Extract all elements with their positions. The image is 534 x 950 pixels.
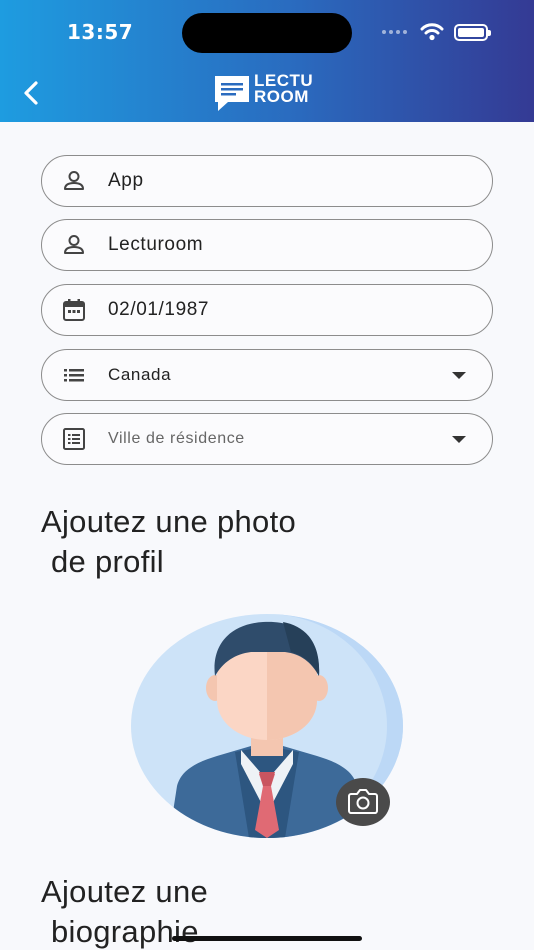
chat-bubble-icon bbox=[215, 76, 249, 111]
bio-title-line-2: biographie bbox=[51, 914, 199, 949]
last-name-field[interactable]: Lecturoom bbox=[41, 219, 493, 271]
camera-notch bbox=[182, 13, 352, 53]
logo-line-2: ROOM bbox=[254, 87, 309, 106]
logo-text: LECTU ROOM bbox=[254, 72, 313, 106]
photo-title-line-1: Ajoutez une photo bbox=[41, 504, 297, 539]
country-value: Canada bbox=[108, 365, 172, 384]
first-name-value: App bbox=[108, 170, 144, 191]
last-name-value: Lecturoom bbox=[108, 234, 204, 255]
city-select[interactable]: Ville de résidence bbox=[41, 413, 493, 465]
dropdown-arrow-icon bbox=[452, 436, 466, 443]
birth-date-field[interactable]: 02/01/1987 bbox=[41, 284, 493, 336]
change-photo-button[interactable] bbox=[336, 778, 390, 826]
calendar-icon bbox=[63, 299, 85, 321]
birth-date-value: 02/01/1987 bbox=[108, 299, 210, 320]
country-select[interactable]: Canada bbox=[41, 349, 493, 401]
city-placeholder: Ville de résidence bbox=[108, 430, 245, 447]
person-icon bbox=[64, 235, 84, 254]
home-indicator bbox=[172, 936, 362, 941]
photo-title-line-2: de profil bbox=[51, 544, 164, 579]
camera-icon bbox=[348, 789, 378, 814]
battery-icon bbox=[454, 24, 491, 41]
back-button[interactable] bbox=[14, 76, 48, 110]
person-icon bbox=[64, 171, 84, 190]
list-alt-icon bbox=[63, 428, 85, 450]
app-logo: LECTU ROOM bbox=[212, 72, 324, 113]
status-time: 13:57 bbox=[67, 20, 134, 44]
app-header: 13:57 LECTU ROOM bbox=[0, 0, 534, 122]
dropdown-arrow-icon bbox=[452, 372, 466, 379]
signal-icon bbox=[382, 30, 407, 34]
first-name-field[interactable]: App bbox=[41, 155, 493, 207]
list-icon bbox=[64, 369, 84, 382]
bio-title-line-1: Ajoutez une bbox=[41, 874, 209, 909]
wifi-icon bbox=[420, 23, 444, 41]
photo-section-title: Ajoutez une photo de profil bbox=[41, 502, 461, 582]
status-icons bbox=[382, 22, 492, 44]
